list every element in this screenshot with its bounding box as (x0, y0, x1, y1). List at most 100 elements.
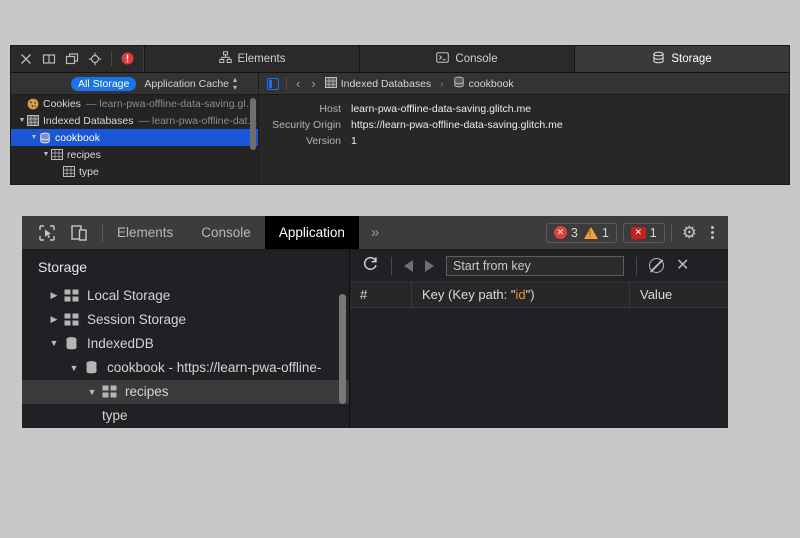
twisty[interactable]: ▼ (66, 363, 82, 373)
issue-bubble-icon: ✕ (631, 227, 646, 239)
twisty[interactable]: ▶ (46, 314, 62, 325)
previous-page-icon[interactable] (404, 260, 413, 272)
forward-icon[interactable]: › (309, 76, 317, 91)
column-header-key[interactable]: Key (Key path: "id") (412, 282, 630, 307)
table-icon (63, 166, 75, 177)
modern-tabs: Elements Console Application (103, 216, 359, 249)
sidebar-item-cookbook[interactable]: ▼ cookbook - https://learn-pwa-offline- (22, 356, 349, 380)
twisty[interactable]: ▼ (41, 151, 51, 158)
detail-key: Version (259, 133, 351, 149)
devtools-window-modern: Elements Console Application » ✕ 3 1 ✕ 1… (22, 216, 728, 428)
column-header-value[interactable]: Value (630, 282, 728, 307)
legacy-tab-bar: Elements Console Storage (11, 46, 789, 73)
idb-data-toolbar: ✕ (350, 250, 728, 282)
sidebar-item-label: cookbook - https://learn-pwa-offline- (107, 360, 321, 375)
twisty[interactable]: ▼ (46, 338, 62, 348)
grid-icon (64, 313, 79, 326)
device-toggle-icon[interactable] (70, 224, 88, 242)
tab-application[interactable]: Application (265, 216, 359, 249)
tree-item-cookies[interactable]: Cookies — learn-pwa-offline-data-saving.… (11, 95, 258, 112)
twisty[interactable]: ▼ (84, 387, 100, 397)
sidebar-scrollbar[interactable] (339, 294, 346, 404)
kebab-menu-icon[interactable] (707, 226, 728, 239)
all-storage-pill[interactable]: All Storage (71, 77, 136, 91)
more-tabs-icon[interactable]: » (359, 224, 391, 241)
breadcrumb-label: cookbook (469, 78, 514, 90)
detail-value: https://learn-pwa-offline-data-saving.gl… (351, 117, 563, 133)
sidebar-item-label: IndexedDB (87, 336, 154, 351)
clear-all-icon[interactable] (649, 258, 664, 273)
detail-row-security-origin: Security Origin https://learn-pwa-offlin… (259, 117, 789, 133)
application-sidebar: Storage ▶ Local Storage ▶ Session Storag… (22, 250, 350, 428)
tree-item-label: Indexed Databases (43, 115, 133, 127)
sidebar-item-label: Local Storage (87, 288, 170, 303)
legacy-tab-label: Elements (238, 53, 286, 65)
legacy-breadcrumb-bar: ‹ › Indexed Databases › cookbook (259, 73, 789, 94)
warning-counter[interactable]: 1 (584, 226, 609, 240)
twisty[interactable]: ▼ (17, 117, 27, 124)
sidebar-item-local-storage[interactable]: ▶ Local Storage (22, 283, 349, 307)
legacy-tab-label: Storage (671, 53, 711, 65)
column-header-key-suffix: ") (526, 287, 535, 302)
error-counter[interactable]: ✕ 3 (554, 226, 578, 240)
inspect-element-icon[interactable] (38, 224, 56, 242)
sidebar-item-recipes[interactable]: ▼ recipes (22, 380, 349, 404)
next-page-icon[interactable] (425, 260, 434, 272)
legacy-toolbar-icons (11, 46, 144, 72)
legacy-tab-storage[interactable]: Storage (574, 46, 789, 72)
twisty[interactable]: ▶ (46, 290, 62, 301)
close-icon[interactable]: ✕ (676, 258, 689, 274)
database-icon (64, 336, 79, 351)
inspect-target-icon[interactable] (88, 52, 102, 66)
grid-icon (325, 77, 337, 91)
chevron-updown-icon: ▴▾ (233, 76, 237, 92)
idb-data-view: ✕ # Key (Key path: "id") Value (350, 250, 728, 428)
tab-console[interactable]: Console (187, 216, 265, 249)
cookie-icon (27, 98, 39, 110)
modern-tab-bar: Elements Console Application » ✕ 3 1 ✕ 1… (22, 216, 728, 250)
tree-item-type[interactable]: type (11, 163, 258, 180)
legacy-tab-console[interactable]: Console (359, 46, 574, 72)
elements-icon (219, 51, 232, 67)
grid-icon (27, 115, 39, 126)
warning-count: 1 (602, 226, 609, 240)
tree-item-label: recipes (67, 149, 101, 161)
console-icon (436, 51, 449, 67)
sidebar-toggle-icon[interactable] (267, 78, 279, 90)
close-icon[interactable] (19, 52, 33, 66)
back-icon[interactable]: ‹ (294, 76, 302, 91)
console-counters[interactable]: ✕ 3 1 (546, 223, 617, 243)
sidebar-section-title: Storage (22, 250, 349, 283)
breadcrumb-item-indexed-databases[interactable]: Indexed Databases (325, 77, 431, 91)
application-cache-label: Application Cache (144, 78, 229, 90)
tree-item-indexed-databases[interactable]: ▼ Indexed Databases — learn-pwa-offline-… (11, 112, 258, 129)
start-from-key-input[interactable] (446, 256, 624, 276)
detail-key: Host (259, 101, 351, 117)
error-circle-icon[interactable] (121, 52, 135, 66)
tab-elements[interactable]: Elements (103, 216, 187, 249)
twisty[interactable]: ▼ (29, 134, 39, 141)
sidebar-item-session-storage[interactable]: ▶ Session Storage (22, 307, 349, 331)
breadcrumb-item-cookbook[interactable]: cookbook (453, 76, 514, 91)
database-icon (453, 76, 465, 91)
tree-scrollbar[interactable] (250, 98, 256, 150)
tree-item-cookbook[interactable]: ▼ cookbook (11, 129, 258, 146)
sidebar-item-indexeddb[interactable]: ▼ IndexedDB (22, 331, 349, 355)
sidebar-item-type[interactable]: type (22, 404, 349, 428)
legacy-tab-elements[interactable]: Elements (144, 46, 359, 72)
gear-icon[interactable]: ⚙ (672, 223, 707, 243)
tree-item-label: type (79, 166, 99, 178)
tree-item-recipes[interactable]: ▼ recipes (11, 146, 258, 163)
layers-icon[interactable] (65, 52, 79, 66)
toolbar-divider (391, 257, 392, 275)
issues-counter[interactable]: ✕ 1 (623, 223, 665, 243)
detail-value: learn-pwa-offline-data-saving.glitch.me (351, 101, 531, 117)
column-header-index[interactable]: # (350, 282, 412, 307)
application-cache-selector[interactable]: Application Cache ▴▾ (144, 76, 237, 92)
issue-item[interactable]: ✕ 1 (631, 226, 657, 240)
database-icon (84, 360, 99, 375)
refresh-icon[interactable] (362, 255, 379, 276)
sidebar-item-label: type (102, 408, 128, 423)
dock-split-icon[interactable] (42, 52, 56, 66)
detail-row-version: Version 1 (259, 133, 789, 149)
